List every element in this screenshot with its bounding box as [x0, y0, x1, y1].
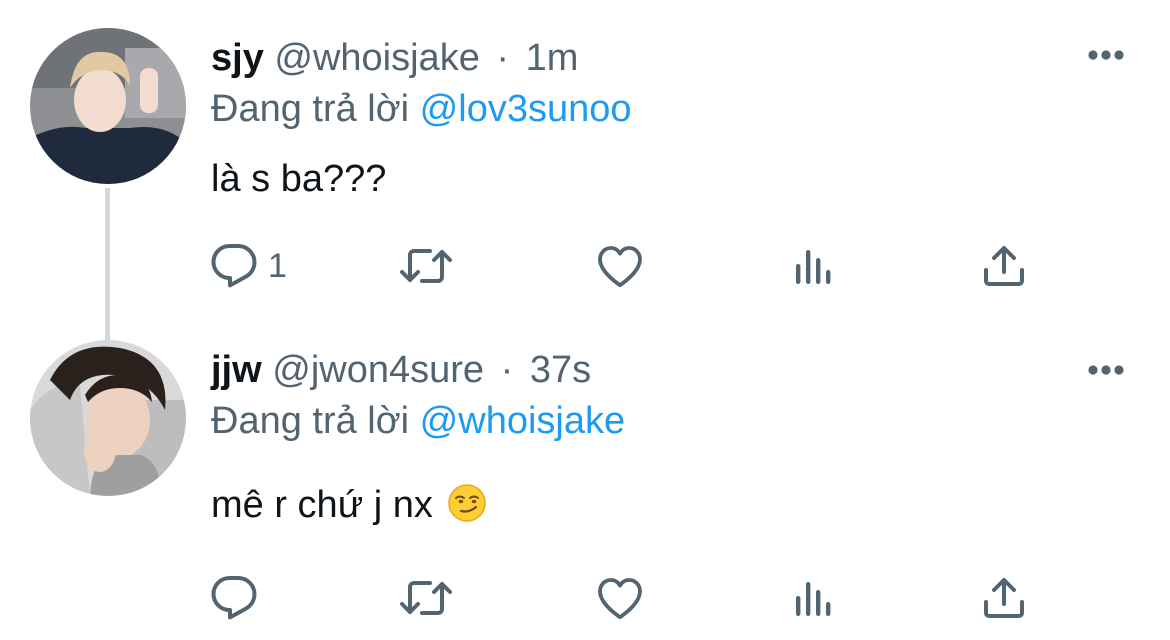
more-horizontal-icon [1088, 365, 1124, 375]
view-stats-button[interactable] [790, 570, 836, 626]
tweet-header: jjw @jwon4sure · 37s [211, 348, 591, 392]
timestamp[interactable]: 1m [526, 37, 579, 79]
separator-dot: · [500, 349, 514, 391]
timestamp[interactable]: 37s [530, 349, 591, 391]
retweet-icon [400, 581, 452, 615]
share-button[interactable] [980, 570, 1028, 626]
reply-count: 1 [268, 246, 287, 285]
share-upload-icon [984, 578, 1024, 618]
replying-to-handle[interactable]: @lov3sunoo [420, 88, 632, 130]
view-stats-button[interactable] [790, 238, 836, 294]
share-upload-icon [984, 246, 1024, 286]
reply-bubble-icon [211, 576, 257, 620]
more-options-button[interactable] [1078, 40, 1134, 70]
tweet-text: là s ba??? [211, 158, 387, 200]
tweet[interactable]: sjy @whoisjake · 1m Đang trả lời @lov3su… [0, 0, 1170, 340]
replying-to: Đang trả lời @whoisjake [211, 399, 625, 443]
replying-to: Đang trả lời @lov3sunoo [211, 87, 632, 131]
display-name[interactable]: sjy [211, 37, 264, 79]
retweet-icon [400, 249, 452, 283]
separator-dot: · [496, 37, 510, 79]
display-name[interactable]: jjw [211, 349, 262, 391]
retweet-button[interactable] [398, 570, 454, 626]
more-horizontal-icon [1088, 50, 1124, 60]
tweet-header: sjy @whoisjake · 1m [211, 36, 578, 80]
username-handle[interactable]: @whoisjake [274, 37, 479, 79]
like-button[interactable] [595, 570, 645, 626]
heart-icon [598, 246, 642, 288]
like-button[interactable] [595, 238, 645, 294]
heart-icon [598, 578, 642, 620]
tweet-text-container: mê r chứ j nx [211, 483, 487, 533]
avatar[interactable] [30, 28, 186, 184]
thread-line [105, 188, 110, 340]
replying-to-handle[interactable]: @whoisjake [420, 400, 625, 442]
replying-to-label: Đang trả lời [211, 400, 410, 442]
replying-to-label: Đang trả lời [211, 88, 410, 130]
bar-chart-icon [796, 582, 831, 616]
reply-button[interactable] [210, 570, 268, 626]
retweet-button[interactable] [398, 238, 454, 294]
tweet[interactable]: jjw @jwon4sure · 37s Đang trả lời @whois… [0, 320, 1170, 640]
smirking-face-emoji [447, 483, 487, 533]
bar-chart-icon [796, 250, 831, 284]
reply-button[interactable]: 1 [210, 238, 287, 294]
share-button[interactable] [980, 238, 1028, 294]
reply-bubble-icon [211, 244, 257, 288]
tweet-text: mê r chứ j nx [211, 484, 433, 526]
more-options-button[interactable] [1078, 355, 1134, 385]
username-handle[interactable]: @jwon4sure [272, 349, 484, 391]
avatar[interactable] [30, 340, 186, 496]
